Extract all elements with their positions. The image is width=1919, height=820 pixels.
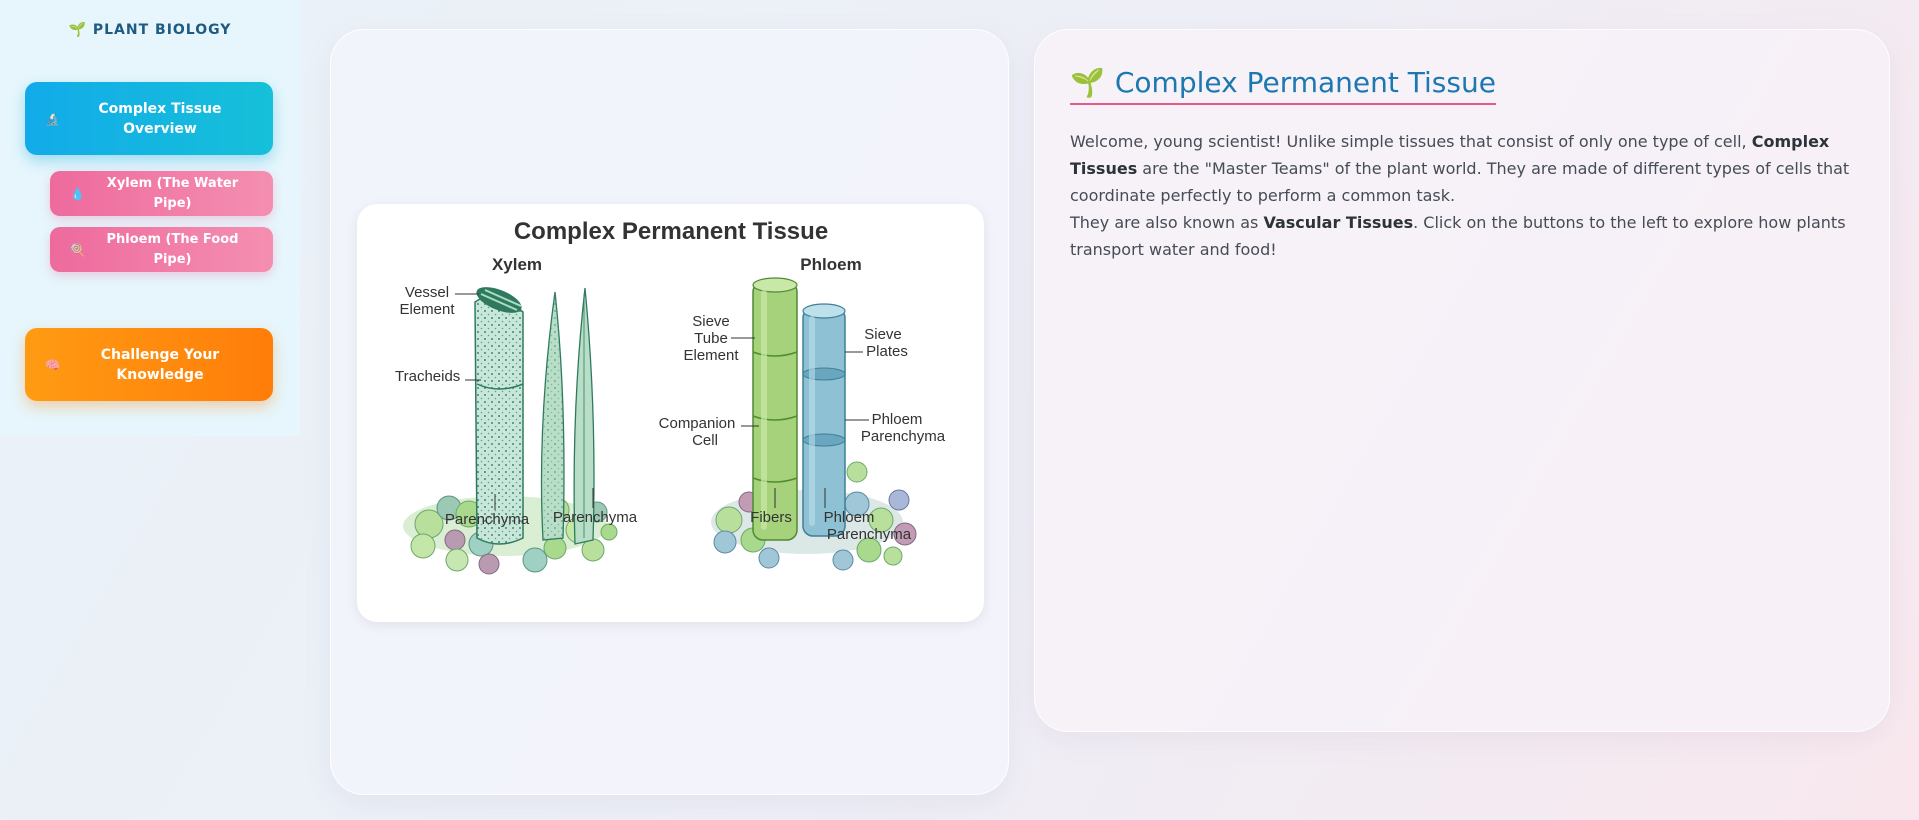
diagram-title: Complex Permanent Tissue (514, 218, 828, 245)
intro-text-1: Welcome, young scientist! Unlike simple … (1070, 132, 1752, 151)
label-vessel-element-1: Vessel (405, 284, 449, 301)
label-sieve-tube-3: Element (683, 347, 739, 364)
candy-icon: 🍭 (70, 242, 85, 257)
vessel-element-shape (474, 287, 524, 545)
phloem-button[interactable]: 🍭 Phloem (The Food Pipe) (50, 227, 273, 272)
label-tracheids: Tracheids (395, 368, 460, 385)
challenge-button[interactable]: 🧠 Challenge Your Knowledge (25, 328, 273, 401)
label-phloem-parenchyma-1: Phloem (872, 411, 923, 428)
label-sieve-plates-1: Sieve (864, 326, 902, 343)
brain-icon: 🧠 (45, 357, 60, 372)
page-title: 🌱 Complex Permanent Tissue (1070, 66, 1496, 105)
label-sieve-plates-2: Plates (866, 343, 908, 360)
water-drop-icon: 💧 (70, 186, 85, 201)
label-sieve-tube-2: Tube (694, 330, 728, 347)
page-title-text: Complex Permanent Tissue (1114, 66, 1496, 99)
intro-text-2: are the "Master Teams" of the plant worl… (1070, 159, 1850, 205)
visual-panel: Complex Permanent Tissue Xylem Phloem Ve… (330, 29, 1009, 795)
info-panel: 🌱 Complex Permanent Tissue Welcome, young… (1034, 29, 1890, 732)
label-companion-1: Companion (659, 415, 736, 432)
vascular-tissues-term: Vascular Tissues (1263, 213, 1414, 232)
info-body: Welcome, young scientist! Unlike simple … (1070, 128, 1860, 263)
label-sieve-tube-1: Sieve (692, 313, 730, 330)
xylem-button[interactable]: 💧 Xylem (The Water Pipe) (50, 171, 273, 216)
challenge-button-label: Challenge Your Knowledge (100, 346, 220, 383)
brand: 🌱 PLANT BIOLOGY (0, 22, 300, 38)
microscope-icon: 🔬 (45, 111, 60, 126)
intro-paragraph: Welcome, young scientist! Unlike simple … (1070, 128, 1860, 209)
label-companion-2: Cell (692, 432, 718, 449)
label-phloem-parenchyma-bottom-2: Parenchyma (827, 526, 912, 543)
vascular-text-1: They are also known as (1070, 213, 1264, 232)
phloem-parenchyma-shape (802, 303, 846, 537)
phloem-heading: Phloem (800, 255, 861, 274)
label-phloem-parenchyma-2: Parenchyma (861, 428, 946, 445)
overview-button-label: Complex Tissue Overview (98, 100, 222, 137)
xylem-button-label: Xylem (The Water Pipe) (106, 175, 239, 211)
brand-label: PLANT BIOLOGY (92, 22, 232, 38)
label-parenchyma-right: Parenchyma (553, 509, 638, 526)
vascular-paragraph: They are also known as Vascular Tissues.… (1070, 209, 1860, 263)
label-parenchyma-left: Parenchyma (445, 511, 530, 528)
sprout-icon: 🌱 (68, 22, 87, 38)
complex-tissue-overview-button[interactable]: 🔬 Complex Tissue Overview (25, 82, 273, 155)
phloem-button-label: Phloem (The Food Pipe) (106, 231, 239, 267)
sidebar: 🌱 PLANT BIOLOGY 🔬 Complex Tissue Overvie… (0, 0, 300, 436)
sprout-icon: 🌱 (1070, 66, 1105, 99)
label-vessel-element-2: Element (399, 301, 455, 318)
label-phloem-parenchyma-bottom-1: Phloem (824, 509, 875, 526)
tissue-diagram-svg: Complex Permanent Tissue Xylem Phloem Ve… (395, 218, 946, 575)
xylem-heading: Xylem (492, 255, 542, 274)
tissue-diagram: Complex Permanent Tissue Xylem Phloem Ve… (357, 204, 984, 622)
label-fibers: Fibers (750, 509, 792, 526)
